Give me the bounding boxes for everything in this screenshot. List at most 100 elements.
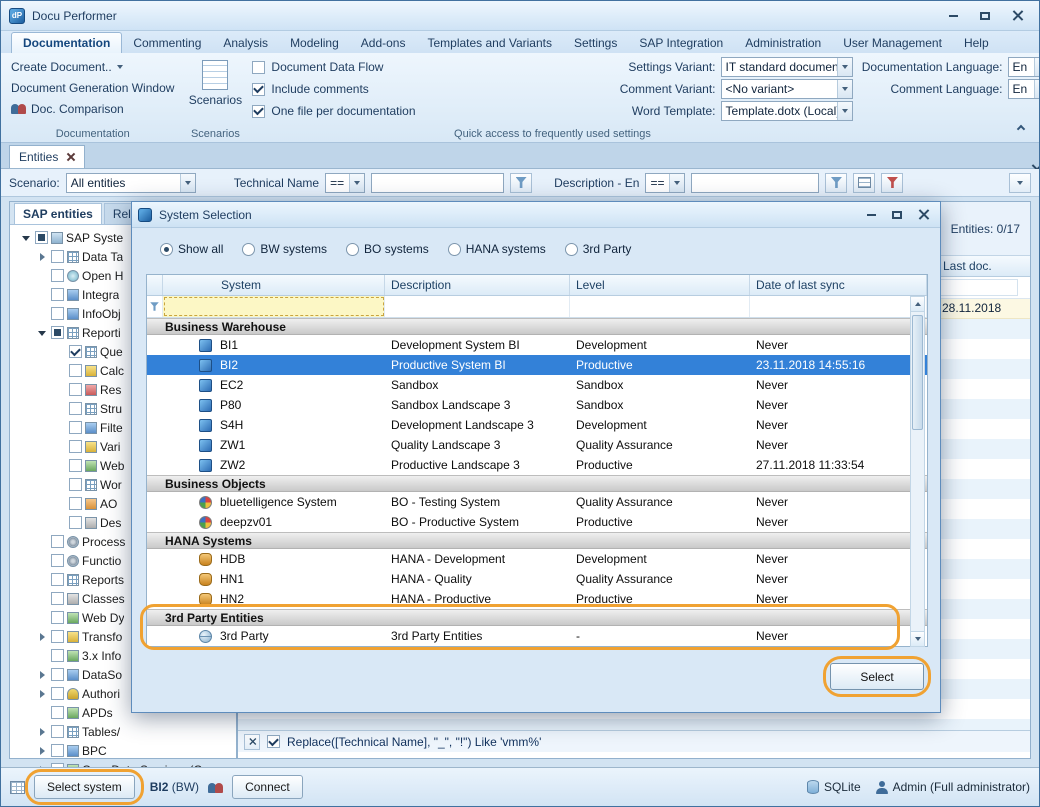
settings-variant-combo[interactable]: IT standard documen.. [721, 57, 853, 77]
dialog-minimize-button[interactable] [860, 207, 882, 223]
technical-name-filter-button[interactable] [510, 173, 532, 193]
one-file-option[interactable]: One file per documentation [252, 100, 415, 122]
column-header-description[interactable]: Description [385, 275, 570, 295]
radio-bw-systems[interactable]: BW systems [242, 242, 327, 256]
system-row[interactable]: ZW2Productive Landscape 3Productive27.11… [147, 455, 927, 475]
tab-sap-entities[interactable]: SAP entities [14, 203, 102, 224]
tree-checkbox[interactable] [51, 630, 64, 643]
user-status[interactable]: Admin (Full administrator) [875, 780, 1030, 794]
system-row-selected[interactable]: BI2Productive System BIProductive23.11.2… [147, 355, 927, 375]
word-template-combo[interactable]: Template.dotx (Local) [721, 101, 853, 121]
grid-options-button[interactable] [1009, 173, 1031, 193]
tree-checkbox[interactable] [51, 592, 64, 605]
tree-checkbox[interactable] [51, 554, 64, 567]
scenario-combo[interactable]: All entities [66, 173, 196, 193]
documentation-language-combo[interactable]: En [1008, 57, 1040, 77]
tree-checkbox[interactable] [51, 706, 64, 719]
system-row[interactable]: bluetelligence SystemBO - Testing System… [147, 492, 927, 512]
system-row[interactable]: HN2HANA - ProductiveProductiveNever [147, 589, 927, 609]
ribbon-tab-administration[interactable]: Administration [734, 33, 832, 53]
doc-comparison-button[interactable]: Doc. Comparison [7, 98, 178, 119]
ribbon-tab-modeling[interactable]: Modeling [279, 33, 350, 53]
description-filter-input[interactable] [691, 173, 819, 193]
system-row[interactable]: S4HDevelopment Landscape 3DevelopmentNev… [147, 415, 927, 435]
create-document-button[interactable]: Create Document.. [7, 56, 178, 77]
maximize-button[interactable] [971, 7, 999, 25]
expander-icon[interactable] [36, 327, 48, 339]
tree-checkbox[interactable] [69, 345, 82, 358]
system-row[interactable]: HN1HANA - QualityQuality AssuranceNever [147, 569, 927, 589]
tree-item[interactable]: BPC [10, 741, 236, 760]
column-header-date-sync[interactable]: Date of last sync [750, 275, 927, 295]
tab-entities[interactable]: Entities [9, 145, 85, 168]
scroll-up-button[interactable] [911, 297, 924, 312]
tree-checkbox[interactable] [51, 288, 64, 301]
ribbon-tab-addons[interactable]: Add-ons [350, 33, 417, 53]
tree-checkbox[interactable] [51, 725, 64, 738]
comment-language-combo[interactable]: En [1008, 79, 1040, 99]
tree-checkbox[interactable] [51, 687, 64, 700]
description-filter-button[interactable] [825, 173, 847, 193]
ribbon-tab-settings[interactable]: Settings [563, 33, 628, 53]
system-row[interactable]: ZW1Quality Landscape 3Quality AssuranceN… [147, 435, 927, 455]
system-row[interactable]: BI1Development System BIDevelopmentNever [147, 335, 927, 355]
column-header-level[interactable]: Level [570, 275, 750, 295]
tree-checkbox[interactable] [69, 516, 82, 529]
scrollbar-thumb[interactable] [912, 315, 923, 430]
column-header-system[interactable]: System [163, 275, 385, 295]
system-row[interactable]: HDBHANA - DevelopmentDevelopmentNever [147, 549, 927, 569]
system-row-3rd-party[interactable]: 3rd Party3rd Party Entities-Never [147, 626, 927, 646]
document-generation-window-button[interactable]: Document Generation Window [7, 77, 178, 98]
minimize-button[interactable] [939, 7, 967, 25]
expander-icon[interactable] [36, 251, 48, 263]
filter-enabled-checkbox[interactable] [267, 735, 280, 748]
radio-show-all[interactable]: Show all [160, 242, 223, 256]
tree-checkbox[interactable] [69, 402, 82, 415]
description-filter-cell[interactable] [385, 296, 570, 317]
document-data-flow-checkbox[interactable] [252, 61, 265, 74]
document-data-flow-option[interactable]: Document Data Flow [252, 56, 415, 78]
tree-checkbox[interactable] [51, 668, 64, 681]
ribbon-tab-templates[interactable]: Templates and Variants [416, 33, 563, 53]
include-comments-option[interactable]: Include comments [252, 78, 415, 100]
technical-name-operator-combo[interactable]: == [325, 173, 365, 193]
technical-name-filter-input[interactable] [371, 173, 504, 193]
one-file-checkbox[interactable] [252, 105, 265, 118]
collapse-ribbon-button[interactable] [1011, 119, 1031, 136]
level-filter-cell[interactable] [570, 296, 750, 317]
comment-variant-combo[interactable]: <No variant> [721, 79, 853, 99]
tree-checkbox[interactable] [51, 611, 64, 624]
close-tab-icon[interactable] [67, 153, 75, 161]
dialog-close-button[interactable] [912, 207, 934, 223]
tree-checkbox[interactable] [51, 269, 64, 282]
expander-icon[interactable] [36, 688, 48, 700]
tree-checkbox[interactable] [69, 364, 82, 377]
tree-item[interactable]: Tables/ [10, 722, 236, 741]
tree-checkbox[interactable] [69, 497, 82, 510]
select-button[interactable]: Select [830, 663, 924, 690]
close-button[interactable] [1003, 7, 1031, 25]
radio-hana-systems[interactable]: HANA systems [448, 242, 546, 256]
tree-checkbox[interactable] [51, 307, 64, 320]
radio-bo-systems[interactable]: BO systems [346, 242, 429, 256]
tree-checkbox[interactable] [69, 459, 82, 472]
connect-button[interactable]: Connect [232, 775, 303, 799]
filter-cell[interactable] [936, 279, 1018, 296]
system-row[interactable]: deepzv01BO - Productive SystemProductive… [147, 512, 927, 532]
expander-icon[interactable] [36, 631, 48, 643]
description-operator-combo[interactable]: == [645, 173, 685, 193]
tree-checkbox[interactable] [69, 478, 82, 491]
tree-checkbox[interactable] [51, 535, 64, 548]
expander-icon[interactable] [20, 232, 32, 244]
filter-editor-button[interactable] [853, 173, 875, 193]
tree-checkbox[interactable] [51, 573, 64, 586]
tree-checkbox[interactable] [51, 326, 64, 339]
column-header-last-doc[interactable]: Last doc. [936, 256, 1018, 276]
tree-checkbox[interactable] [69, 421, 82, 434]
clear-filter-button[interactable] [881, 173, 903, 193]
system-filter-cell[interactable] [163, 296, 385, 317]
tree-checkbox[interactable] [35, 231, 48, 244]
date-filter-cell[interactable] [750, 296, 927, 317]
ribbon-tab-help[interactable]: Help [953, 33, 1000, 53]
ribbon-tab-sap-integration[interactable]: SAP Integration [628, 33, 734, 53]
